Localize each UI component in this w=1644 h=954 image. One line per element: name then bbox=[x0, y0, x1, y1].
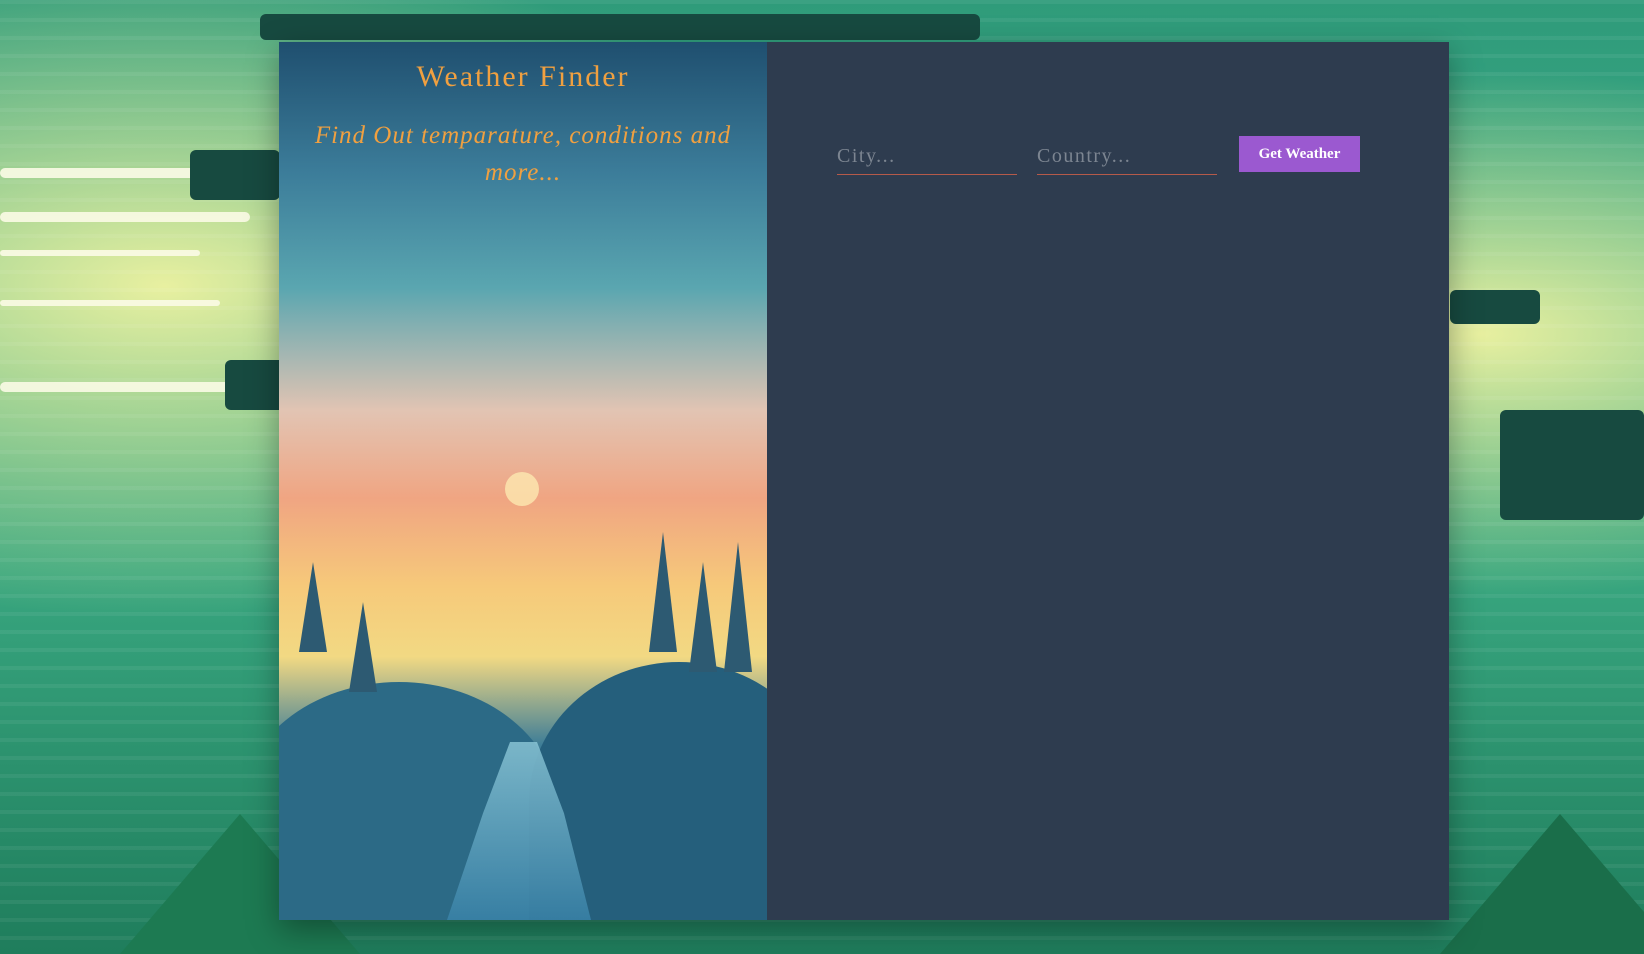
ship-silhouette bbox=[1450, 290, 1540, 324]
tree-graphic bbox=[689, 562, 717, 672]
tree-graphic bbox=[349, 602, 377, 692]
tree-graphic bbox=[724, 542, 752, 672]
light-streak bbox=[0, 212, 250, 222]
ship-silhouette bbox=[260, 14, 980, 40]
light-streak bbox=[0, 300, 220, 306]
tree-graphic bbox=[649, 532, 677, 652]
app-subtitle: Find Out temparature, conditions and mor… bbox=[314, 122, 732, 186]
app-title: Weather Finder bbox=[416, 60, 630, 93]
weather-form-panel: Get Weather bbox=[767, 42, 1449, 920]
light-streak bbox=[0, 250, 200, 256]
illustration-panel: Weather Finder Find Out temparature, con… bbox=[279, 42, 767, 920]
weather-card: Weather Finder Find Out temparature, con… bbox=[279, 42, 1449, 920]
ship-silhouette bbox=[225, 360, 285, 410]
light-streak bbox=[0, 382, 260, 392]
country-input[interactable] bbox=[1037, 138, 1217, 175]
tree-graphic bbox=[299, 562, 327, 652]
ship-silhouette bbox=[190, 150, 280, 200]
get-weather-button[interactable]: Get Weather bbox=[1239, 136, 1360, 172]
sun-graphic bbox=[505, 472, 539, 506]
ship-silhouette bbox=[1500, 410, 1644, 520]
mountain-silhouette bbox=[1440, 814, 1644, 954]
city-input[interactable] bbox=[837, 138, 1017, 175]
weather-form: Get Weather bbox=[837, 136, 1360, 175]
